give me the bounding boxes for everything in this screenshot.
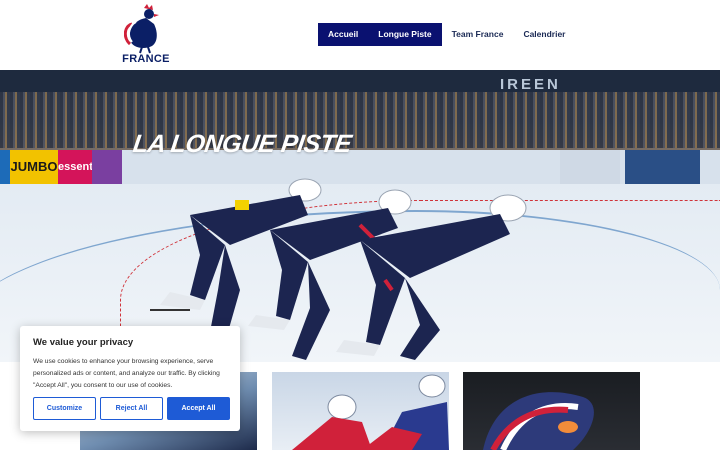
cookie-consent-dialog: We value your privacy We use cookies to … bbox=[20, 326, 240, 431]
brand-logo[interactable]: FRANCE bbox=[120, 4, 172, 66]
ad-board-essent: essent bbox=[58, 150, 93, 184]
customize-button[interactable]: Customize bbox=[33, 397, 96, 420]
news-card-3[interactable] bbox=[463, 372, 640, 450]
cookie-text: We use cookies to enhance your browsing … bbox=[33, 358, 220, 389]
reject-all-button[interactable]: Reject All bbox=[100, 397, 163, 420]
ad-board-jumbo: JUMBO bbox=[10, 150, 58, 184]
card-photo bbox=[292, 374, 449, 450]
rooster-icon bbox=[124, 4, 159, 54]
nav-item-calendrier[interactable]: Calendrier bbox=[513, 23, 575, 46]
nav-item-longue-piste[interactable]: Longue Piste bbox=[368, 23, 442, 46]
main-nav: Accueil Longue Piste Team France Calendr… bbox=[318, 23, 575, 46]
news-card-2[interactable] bbox=[272, 372, 449, 450]
nav-item-accueil[interactable]: Accueil bbox=[318, 23, 369, 46]
nav-item-team-france[interactable]: Team France bbox=[442, 23, 514, 46]
hero-banner: IREEN JUMBO essent LA LONGUE PISTE bbox=[0, 70, 720, 362]
arena-sign: IREEN bbox=[500, 76, 561, 93]
cookie-title: We value your privacy bbox=[33, 337, 134, 348]
brand-name: FRANCE bbox=[122, 53, 170, 65]
site-header: FRANCE Accueil Longue Piste Team France … bbox=[0, 0, 720, 70]
hero-title: LA LONGUE PISTE bbox=[131, 130, 354, 158]
accept-all-button[interactable]: Accept All bbox=[167, 397, 230, 420]
card-photo bbox=[483, 392, 594, 450]
